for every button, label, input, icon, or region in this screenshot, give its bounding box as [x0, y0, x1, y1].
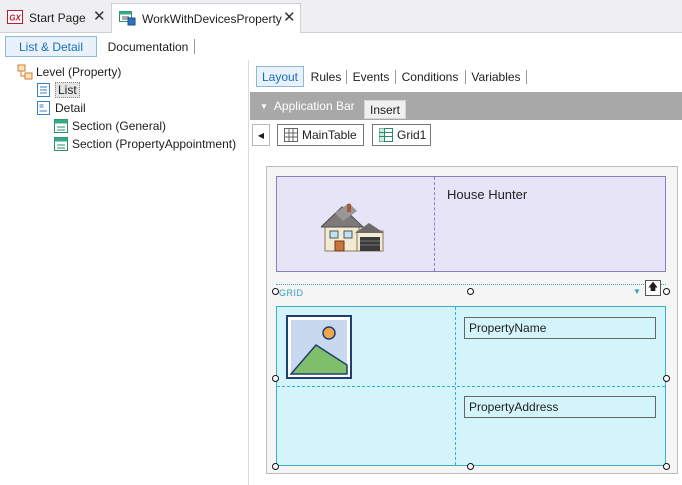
breadcrumb-label: MainTable: [302, 128, 357, 142]
tree-node-label: Detail: [55, 101, 86, 115]
document-tab-bar: GX Start Page ✕ WorkWithDevicesProperty …: [0, 0, 682, 34]
tab-start-page[interactable]: GX Start Page ✕: [0, 3, 110, 33]
editor-tab-bar: Layout Rules Events Conditions Variables: [250, 60, 682, 92]
design-canvas[interactable]: House Hunter GRID ▼ 🡅 PropertyName Prope…: [266, 166, 678, 474]
resize-handle[interactable]: [467, 288, 474, 295]
tree-node-label: Level (Property): [36, 65, 122, 79]
tab-list-detail[interactable]: List & Detail: [5, 36, 97, 57]
property-address-field[interactable]: PropertyAddress: [464, 396, 656, 418]
tree-node-detail[interactable]: Detail: [36, 99, 86, 117]
object-tab-bar: List & Detail Documentation: [0, 33, 682, 60]
tab-rules[interactable]: Rules: [308, 66, 344, 87]
close-icon[interactable]: ✕: [93, 9, 106, 24]
table-icon: [284, 128, 298, 142]
svg-text:GX: GX: [9, 13, 21, 22]
divider: [346, 70, 347, 84]
tree-node-level[interactable]: Level (Property): [17, 63, 121, 81]
application-bar-label: Application Bar: [273, 99, 355, 113]
resize-handle[interactable]: [663, 463, 670, 470]
row-divider: [277, 386, 665, 387]
tree-node-label: Section (PropertyAppointment): [72, 137, 237, 151]
grid-icon: [379, 128, 393, 142]
maintable-area[interactable]: House Hunter: [276, 176, 666, 272]
tab-events[interactable]: Events: [349, 66, 393, 87]
resize-handle[interactable]: [272, 288, 279, 295]
resize-handle[interactable]: [663, 288, 670, 295]
application-bar-toggle[interactable]: ▼ Application Bar: [260, 99, 355, 113]
divider: [465, 70, 466, 84]
divider: [194, 39, 195, 54]
layout-editor: Layout Rules Events Conditions Variables…: [250, 60, 682, 485]
expand-triangle-icon: ▼: [260, 101, 268, 111]
divider: [526, 70, 527, 84]
image-placeholder-icon[interactable]: [286, 315, 352, 379]
application-bar[interactable]: ▼ Application Bar Insert: [250, 92, 682, 120]
tree-node-label: Section (General): [72, 119, 167, 133]
resize-handle[interactable]: [272, 375, 279, 382]
divider: [395, 70, 396, 84]
grid1-area[interactable]: PropertyName PropertyAddress: [276, 306, 666, 466]
tree-node-section-general[interactable]: Section (General): [53, 117, 166, 135]
tab-workwithdevicesproperty[interactable]: WorkWithDevicesProperty ✕: [111, 3, 301, 34]
section-icon: [54, 137, 68, 151]
breadcrumb-maintable[interactable]: MainTable: [277, 124, 364, 146]
grid-label: GRID: [279, 288, 304, 298]
level-tree: Level (Property) List Detail Section (Ge…: [0, 60, 249, 485]
work-with-devices-icon: [119, 10, 136, 29]
resize-handle[interactable]: [467, 463, 474, 470]
list-icon: [37, 83, 50, 97]
tab-documentation[interactable]: Documentation: [100, 36, 196, 57]
tree-node-label: List: [55, 82, 80, 98]
tree-node-list[interactable]: List: [36, 81, 80, 99]
tab-layout[interactable]: Layout: [256, 66, 304, 87]
resize-handle[interactable]: [272, 463, 279, 470]
property-name-field[interactable]: PropertyName: [464, 317, 656, 339]
house-icon: [321, 203, 384, 252]
resize-handle[interactable]: [663, 375, 670, 382]
level-icon: [17, 64, 33, 80]
breadcrumb: ◀ MainTable Grid1: [250, 120, 682, 150]
detail-icon: [37, 101, 50, 115]
chevron-down-icon[interactable]: ▼: [633, 287, 641, 296]
tab-conditions[interactable]: Conditions: [398, 66, 462, 87]
back-arrow-icon[interactable]: ◀: [252, 124, 270, 146]
tree-node-section-appointment[interactable]: Section (PropertyAppointment): [53, 135, 236, 153]
tab-label: Start Page: [29, 11, 86, 25]
close-icon[interactable]: ✕: [283, 10, 296, 25]
cell-divider: [434, 177, 435, 271]
section-icon: [54, 119, 68, 133]
breadcrumb-grid1[interactable]: Grid1: [372, 124, 432, 146]
app-title-label[interactable]: House Hunter: [447, 187, 527, 202]
gx-logo-icon: GX: [7, 9, 23, 27]
breadcrumb-label: Grid1: [397, 128, 427, 142]
tab-label: WorkWithDevicesProperty: [142, 12, 282, 26]
insert-button[interactable]: Insert: [364, 100, 406, 119]
select-parent-icon[interactable]: 🡅: [645, 280, 661, 296]
tab-variables[interactable]: Variables: [468, 66, 524, 87]
